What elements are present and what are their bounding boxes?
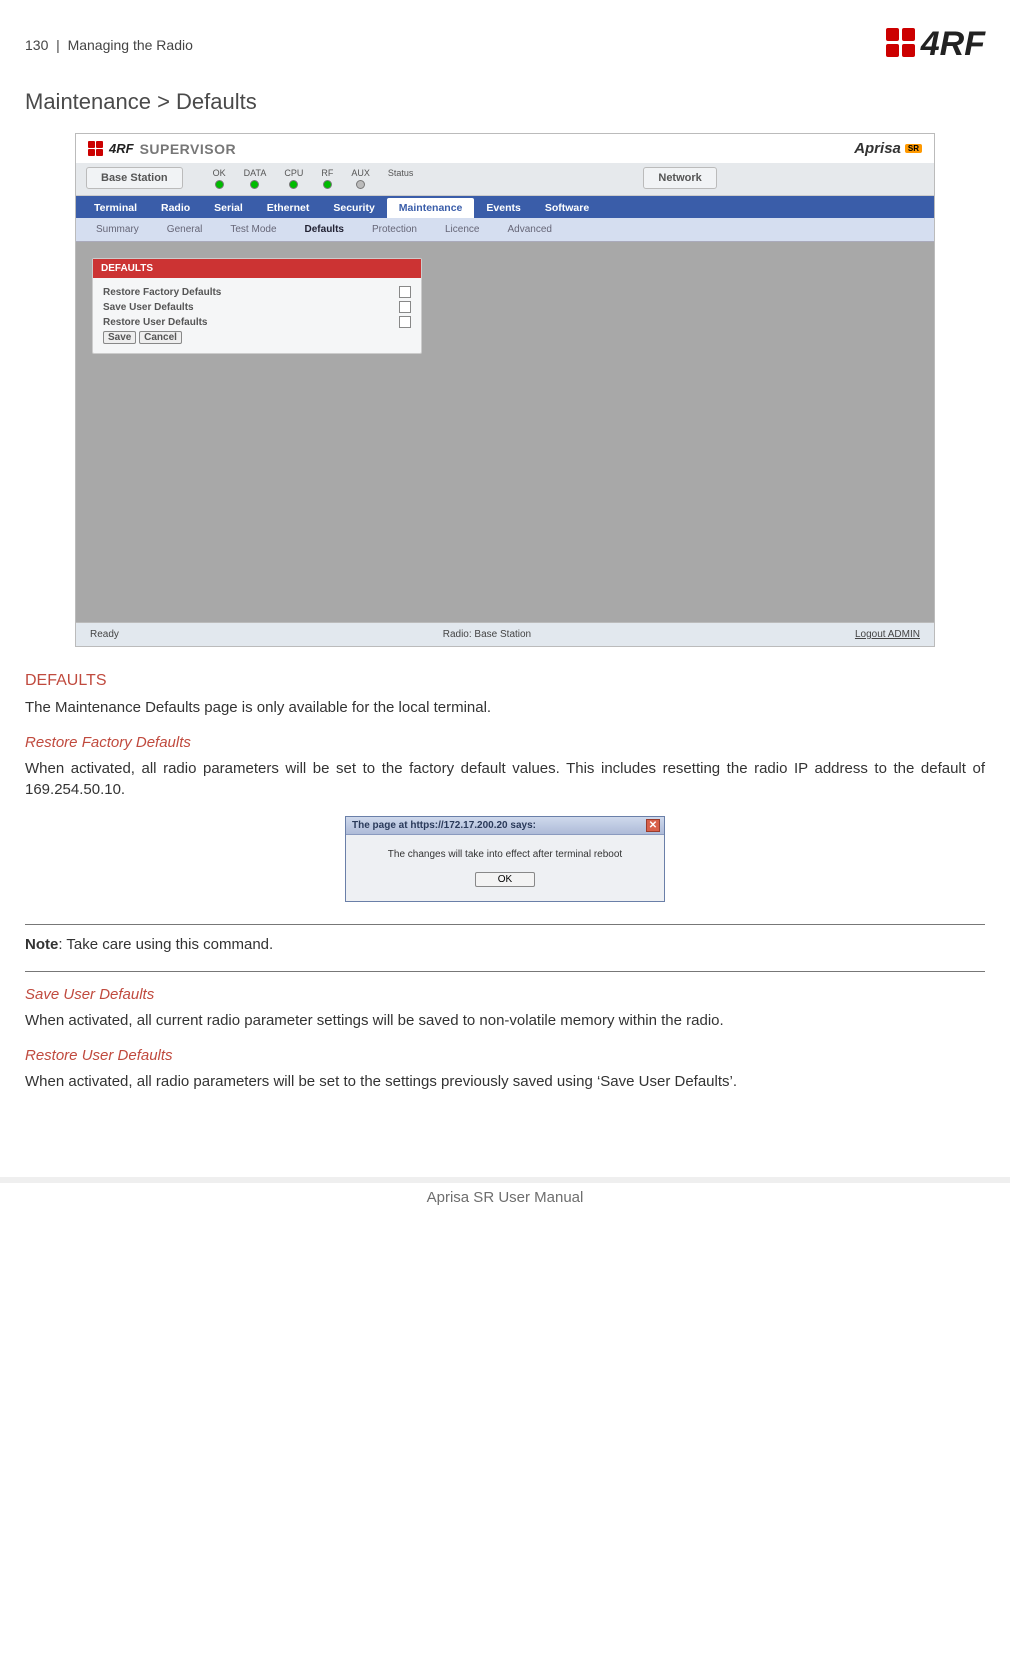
footer-statusbar: Ready Radio: Base Station Logout ADMIN (76, 622, 934, 646)
subtab-defaults[interactable]: Defaults (291, 221, 358, 238)
led-ok-icon (215, 180, 224, 189)
dialog-wrap: The page at https://172.17.200.20 says: … (25, 816, 985, 902)
paragraph-save-user: When activated, all current radio parame… (25, 1011, 985, 1031)
page-header: 130 | Managing the Radio 4RF (25, 25, 985, 64)
page-title: Maintenance > Defaults (25, 89, 985, 115)
confirm-dialog: The page at https://172.17.200.20 says: … (345, 816, 665, 902)
subtab-advanced[interactable]: Advanced (493, 221, 565, 238)
paragraph-defaults: The Maintenance Defaults page is only av… (25, 698, 985, 718)
supervisor-product: SUPERVISOR (140, 141, 237, 157)
save-button[interactable]: Save (103, 331, 136, 344)
tab-radio[interactable]: Radio (149, 198, 202, 218)
divider (25, 924, 985, 925)
subtab-protection[interactable]: Protection (358, 221, 431, 238)
dialog-body: The changes will take into effect after … (346, 835, 664, 901)
tab-maintenance[interactable]: Maintenance (387, 198, 475, 218)
checkbox-restore-user[interactable] (399, 316, 411, 328)
section-name: Managing the Radio (68, 37, 193, 53)
status-right: Network (643, 167, 716, 189)
aprisa-text: Aprisa (854, 140, 901, 157)
subtab-summary[interactable]: Summary (82, 221, 153, 238)
note-line: Note: Take care using this command. (25, 935, 985, 955)
subtab-test-mode[interactable]: Test Mode (216, 221, 290, 238)
note-label: Note (25, 936, 58, 953)
brand-logo: 4RF (886, 25, 985, 64)
tab-terminal[interactable]: Terminal (82, 198, 149, 218)
led-label: AUX (351, 168, 370, 178)
tab-software[interactable]: Software (533, 198, 601, 218)
paragraph-restore-user: When activated, all radio parameters wil… (25, 1072, 985, 1092)
supervisor-brand: 4RF (109, 141, 134, 156)
separator: | (56, 37, 60, 53)
led-cpu-icon (289, 180, 298, 189)
content-canvas: DEFAULTS Restore Factory Defaults Save U… (76, 242, 934, 622)
supervisor-header: 4RF SUPERVISOR Aprisa SR (76, 134, 934, 163)
heading-restore-user: Restore User Defaults (25, 1047, 985, 1064)
heading-defaults: DEFAULTS (25, 672, 985, 690)
page-number: 130 (25, 37, 48, 53)
panel-title: DEFAULTS (93, 259, 421, 278)
subtab-licence[interactable]: Licence (431, 221, 493, 238)
defaults-panel: DEFAULTS Restore Factory Defaults Save U… (92, 258, 422, 354)
aprisa-badge: SR (905, 144, 922, 153)
dialog-message: The changes will take into effect after … (356, 849, 654, 860)
document-body: DEFAULTS The Maintenance Defaults page i… (25, 672, 985, 1093)
led-rf-icon (323, 180, 332, 189)
heading-save-user: Save User Defaults (25, 986, 985, 1003)
status-label: Status (388, 168, 414, 178)
status-radio: Radio: Base Station (443, 629, 531, 640)
tab-events[interactable]: Events (474, 198, 532, 218)
status-bar: Base Station OK DATA CPU RF AUX Status N… (76, 163, 934, 196)
supervisor-screenshot: 4RF SUPERVISOR Aprisa SR Base Station OK… (75, 133, 935, 647)
top-nav: Terminal Radio Serial Ethernet Security … (76, 196, 934, 218)
paragraph-restore-factory: When activated, all radio parameters wil… (25, 759, 985, 800)
brand-text: 4RF (921, 25, 985, 64)
row-label: Restore User Defaults (103, 317, 207, 328)
led-label: CPU (284, 168, 303, 178)
logo-dots-icon (88, 141, 103, 156)
status-ready: Ready (90, 629, 119, 640)
status-left: Base Station (86, 167, 183, 189)
row-restore-user: Restore User Defaults (103, 316, 411, 328)
tab-security[interactable]: Security (321, 198, 386, 218)
checkbox-save-user[interactable] (399, 301, 411, 313)
led-label: DATA (244, 168, 267, 178)
close-icon[interactable]: ✕ (646, 819, 660, 832)
dialog-titlebar: The page at https://172.17.200.20 says: … (346, 817, 664, 835)
logo-dots-icon (886, 28, 915, 57)
heading-restore-factory: Restore Factory Defaults (25, 734, 985, 751)
header-left: 130 | Managing the Radio (25, 37, 193, 53)
led-aux-icon (356, 180, 365, 189)
row-label: Restore Factory Defaults (103, 287, 221, 298)
aprisa-logo: Aprisa SR (854, 140, 922, 157)
subtab-general[interactable]: General (153, 221, 217, 238)
note-text: : Take care using this command. (58, 936, 273, 953)
ok-button[interactable]: OK (475, 872, 535, 887)
checkbox-restore-factory[interactable] (399, 286, 411, 298)
tab-ethernet[interactable]: Ethernet (255, 198, 322, 218)
divider (25, 971, 985, 972)
page-footer: Aprisa SR User Manual (25, 1183, 985, 1212)
cancel-button[interactable]: Cancel (139, 331, 182, 344)
led-data-icon (250, 180, 259, 189)
led-label: OK (213, 168, 226, 178)
row-save-user: Save User Defaults (103, 301, 411, 313)
status-leds: OK DATA CPU RF AUX Status (213, 168, 414, 189)
row-label: Save User Defaults (103, 302, 194, 313)
logout-link[interactable]: Logout ADMIN (855, 629, 920, 640)
row-restore-factory: Restore Factory Defaults (103, 286, 411, 298)
tab-serial[interactable]: Serial (202, 198, 255, 218)
supervisor-logo: 4RF SUPERVISOR (88, 141, 236, 157)
sub-nav: Summary General Test Mode Defaults Prote… (76, 218, 934, 242)
led-label: RF (321, 168, 333, 178)
dialog-title: The page at https://172.17.200.20 says: (352, 820, 536, 831)
